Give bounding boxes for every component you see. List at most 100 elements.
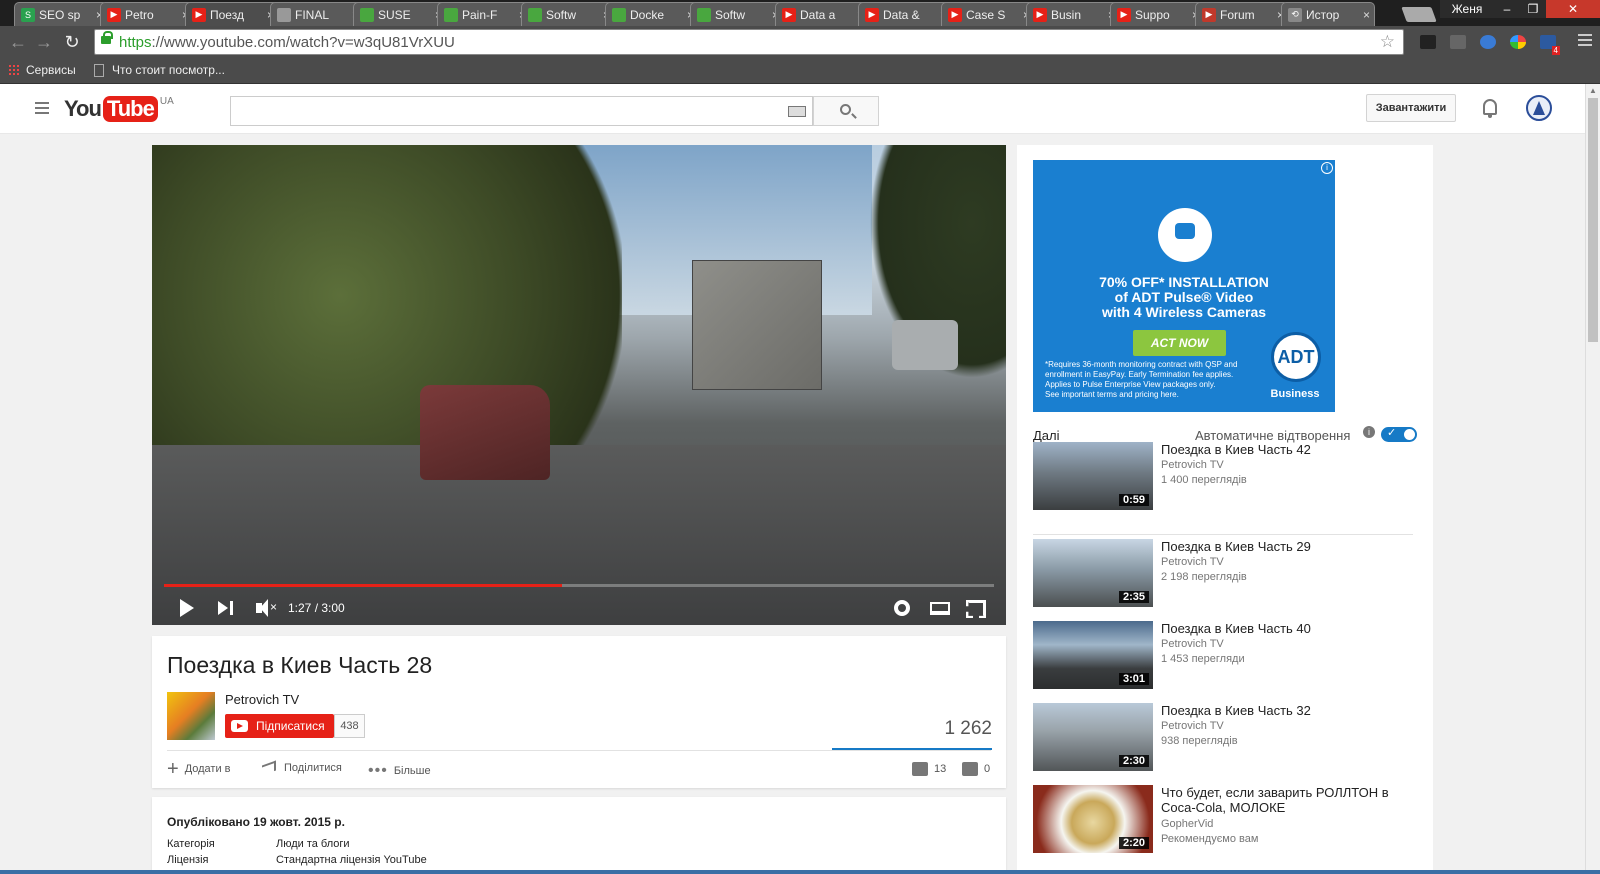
scroll-up-arrow-icon[interactable]: ▲ [1589,86,1597,95]
bookmark-watch[interactable]: Что стоит посмотр... [94,63,225,77]
channel-name[interactable]: Petrovich TV [225,692,299,707]
play-icon[interactable] [180,599,194,617]
restore-button[interactable]: ❐ [1520,0,1546,18]
minimize-button[interactable]: – [1494,0,1520,18]
browser-tab[interactable]: ▶Busin× [1026,2,1120,26]
browser-tab[interactable]: Softw× [690,2,784,26]
ad-info-icon[interactable]: i [1321,162,1333,174]
extension-icon[interactable] [1450,35,1466,49]
channel-avatar[interactable] [167,692,215,740]
close-window-button[interactable]: ✕ [1546,0,1600,18]
recommendation-channel[interactable]: Petrovich TV [1161,459,1224,471]
category-value[interactable]: Люди та блоги [276,838,350,850]
recommendation-title[interactable]: Поездка в Киев Часть 40 [1161,621,1411,636]
url-text[interactable]: https://www.youtube.com/watch?v=w3qU81Vr… [119,34,455,51]
extension-icon[interactable] [1420,35,1436,49]
autoplay-toggle[interactable]: ✓ [1381,427,1417,442]
guide-menu-icon[interactable] [35,102,49,117]
settings-gear-icon[interactable] [894,600,910,616]
extension-icon[interactable]: 4 [1540,35,1560,55]
recommendation-title[interactable]: Поездка в Киев Часть 42 [1161,442,1411,457]
browser-tab[interactable]: ▶Suppo× [1110,2,1204,26]
search-input[interactable] [230,96,813,126]
recommendation-item[interactable]: 2:35 Поездка в Киев Часть 29 Petrovich TV 2… [1033,539,1423,609]
video-duration: 0:59 [1118,494,1149,506]
upload-button[interactable]: Завантажити [1366,94,1456,122]
account-avatar[interactable] [1526,95,1552,121]
recommendation-item[interactable]: 2:30 Поездка в Киев Часть 32 Petrovich TV 9… [1033,703,1423,773]
browser-tab[interactable]: ▶Поезд× [185,2,279,26]
share-button[interactable]: Поділитися [262,760,342,776]
recommendation-channel[interactable]: Petrovich TV [1161,638,1224,650]
license-value[interactable]: Стандартна ліцензія YouTube [276,854,427,866]
address-bar[interactable]: https://www.youtube.com/watch?v=w3qU81Vr… [94,29,1404,55]
browser-tab[interactable]: Softw× [521,2,615,26]
search-button[interactable] [813,96,879,126]
browser-tab[interactable]: Pain-F× [437,2,531,26]
scrollbar-thumb[interactable] [1588,98,1598,342]
progress-bar[interactable] [164,584,994,587]
tab-title: FINAL [295,7,330,22]
add-to-button[interactable]: + Додати в [167,759,231,779]
view-count: 1 262 [944,718,992,739]
browser-tab[interactable]: Docke× [605,2,699,26]
recommendation-title[interactable]: Поездка в Киев Часть 32 [1161,703,1411,718]
colors-extension-icon[interactable] [1510,35,1526,49]
tab-close-icon[interactable]: × [1363,8,1370,22]
youtube-logo[interactable]: You Tube UA [64,96,174,122]
publish-date: Опубліковано 19 жовт. 2015 р. [167,815,345,829]
dislike-button[interactable]: 0 [962,762,990,776]
forward-arrow-icon[interactable]: → [34,32,54,52]
tab-title: SEO sp [39,7,81,22]
recommendation-channel[interactable]: GopherVid [1161,818,1213,830]
tab-favicon-icon: ▶ [1033,7,1047,22]
profile-name[interactable]: Женя [1440,0,1494,18]
video-player[interactable]: × 1:27 / 3:00 [152,145,1006,625]
subscribe-button[interactable]: Підписатися [225,714,334,738]
browser-tab[interactable]: ▶Data a× [775,2,869,26]
back-arrow-icon[interactable]: ← [8,32,28,52]
recommendation-item[interactable]: 2:20 Что будет, если заварить РОЛЛТОН в C… [1033,785,1423,855]
notifications-bell-icon[interactable] [1483,99,1497,118]
next-icon[interactable] [218,601,228,615]
more-button[interactable]: ••• Більше [368,762,431,780]
youtube-play-icon [231,720,248,732]
page-scrollbar[interactable]: ▲ [1585,84,1600,874]
recommendation-thumbnail[interactable]: 0:59 [1033,442,1153,510]
browser-tab[interactable]: FINAL× [270,2,364,26]
ad-banner[interactable]: i 70% OFF* INSTALLATION of ADT Pulse® Vi… [1033,160,1335,412]
browser-tab[interactable]: ▶Forum× [1195,2,1289,26]
recommendation-thumbnail[interactable]: 2:20 [1033,785,1153,853]
browser-tab[interactable]: SSEO sp× [14,2,108,26]
recommendation-channel[interactable]: Petrovich TV [1161,556,1224,568]
recommendation-thumbnail[interactable]: 3:01 [1033,621,1153,689]
new-tab-button[interactable] [1401,7,1437,22]
ad-cta-button[interactable]: ACT NOW [1133,330,1226,356]
recommendation-views: 1 400 переглядів [1161,474,1247,486]
theater-mode-icon[interactable] [930,602,950,615]
autoplay-info-icon[interactable]: i [1363,426,1375,438]
like-button[interactable]: 13 [912,762,946,776]
recommendation-thumbnail[interactable]: 2:35 [1033,539,1153,607]
recommendation-thumbnail[interactable]: 2:30 [1033,703,1153,771]
browser-tab[interactable]: ▶Case S× [941,2,1035,26]
recommendation-title[interactable]: Поездка в Киев Часть 29 [1161,539,1411,554]
recommendation-title[interactable]: Что будет, если заварить РОЛЛТОН в Coca-… [1161,785,1411,815]
recommendation-item[interactable]: 3:01 Поездка в Киев Часть 40 Petrovich TV 1… [1033,621,1423,691]
fullscreen-icon[interactable] [966,600,986,618]
recommendation-channel[interactable]: Petrovich TV [1161,720,1224,732]
browser-tab[interactable]: ▶Data &× [858,2,952,26]
bookmark-services[interactable]: Сервисы [8,63,76,77]
browser-tab[interactable]: SUSE× [353,2,447,26]
globe-extension-icon[interactable] [1480,35,1496,49]
keyboard-icon[interactable] [788,106,806,117]
license-label: Ліцензія [167,854,209,866]
bookmark-star-icon[interactable]: ☆ [1380,32,1395,52]
browser-tab[interactable]: ▶Petro× [100,2,194,26]
reload-icon[interactable]: ↻ [62,32,82,52]
browser-tab[interactable]: ⟲ Истор × [1281,2,1375,26]
lock-icon [101,31,113,44]
recommendation-item[interactable]: 0:59 Поездка в Киев Часть 42 Petrovich TV 1… [1033,442,1423,512]
browser-menu-icon[interactable] [1578,34,1592,49]
tab-favicon-icon [360,7,374,22]
